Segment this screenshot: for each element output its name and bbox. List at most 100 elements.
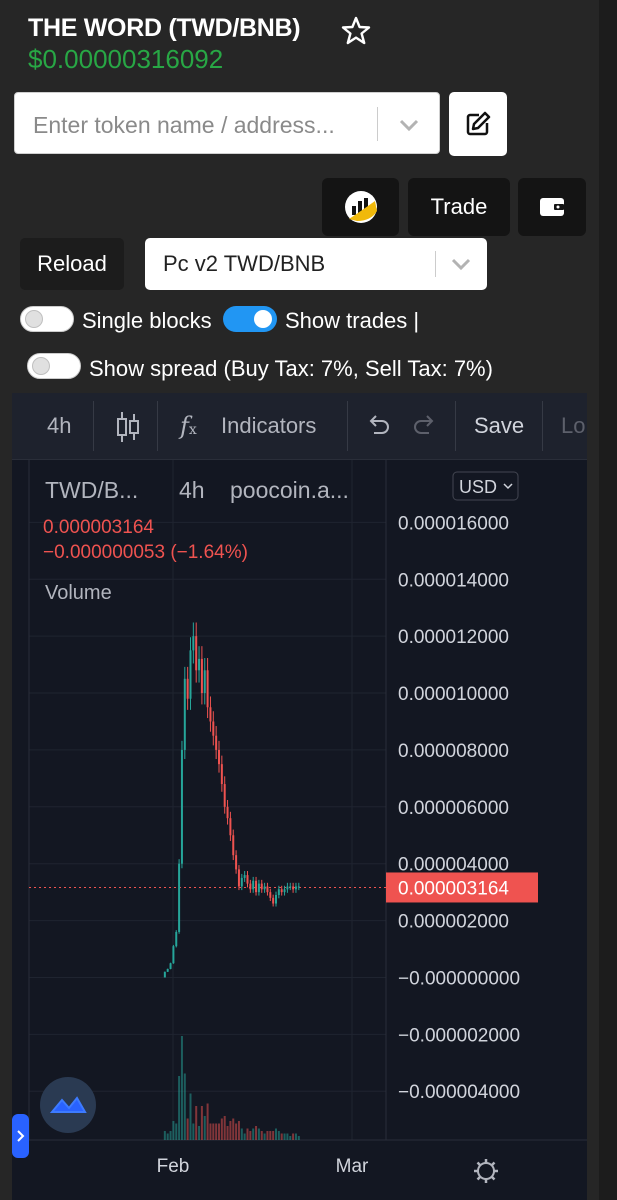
chevron-down-icon[interactable] bbox=[397, 113, 421, 137]
show-trades-label: Show trades | bbox=[285, 308, 420, 333]
volume-bar bbox=[297, 1136, 300, 1140]
show-spread-label: Show spread (Buy Tax: 7%, Sell Tax: 7%) bbox=[89, 356, 493, 381]
volume-bar bbox=[275, 1128, 277, 1140]
token-search-input[interactable] bbox=[31, 107, 375, 143]
candle bbox=[260, 883, 263, 890]
trade-button[interactable]: Trade bbox=[408, 178, 510, 236]
candle bbox=[257, 883, 260, 893]
volume-bar bbox=[203, 1116, 206, 1140]
expand-panel-handle[interactable] bbox=[12, 1114, 29, 1158]
edit-icon bbox=[466, 111, 491, 136]
legend-interval: 4h bbox=[179, 477, 205, 503]
volume-bar bbox=[246, 1128, 249, 1140]
pair-select[interactable]: Pc v2 TWD/BNB bbox=[145, 238, 487, 290]
undo-icon[interactable] bbox=[366, 415, 390, 437]
candle bbox=[212, 721, 215, 736]
select-divider bbox=[435, 251, 436, 277]
volume-bar bbox=[175, 1123, 178, 1140]
gear-ring bbox=[477, 1162, 495, 1180]
candle bbox=[215, 735, 218, 750]
volume-bar bbox=[292, 1133, 295, 1140]
volume-bar bbox=[269, 1131, 272, 1140]
toggle-knob bbox=[32, 357, 50, 375]
chevron-down-icon bbox=[451, 258, 471, 271]
indicators-button[interactable]: Indicators bbox=[221, 393, 316, 459]
volume-bar bbox=[218, 1123, 220, 1140]
candle bbox=[263, 886, 266, 890]
scrollbar-strip bbox=[599, 0, 617, 1200]
volume-bar bbox=[209, 1123, 212, 1140]
candle bbox=[277, 889, 280, 895]
volume-bar bbox=[169, 1131, 172, 1140]
candle bbox=[283, 889, 286, 893]
show-spread-toggle[interactable] bbox=[27, 353, 81, 379]
candle bbox=[252, 880, 255, 890]
star-icon[interactable] bbox=[341, 16, 371, 46]
gear-tooth bbox=[476, 1175, 482, 1181]
volume-bar bbox=[237, 1121, 240, 1140]
candle bbox=[243, 875, 246, 878]
candle bbox=[220, 764, 223, 785]
candle bbox=[206, 670, 209, 708]
currency-value: USD bbox=[459, 477, 497, 497]
volume-bar bbox=[189, 1093, 192, 1140]
candle bbox=[180, 749, 183, 864]
show-trades-toggle[interactable] bbox=[223, 306, 277, 332]
candle bbox=[235, 855, 238, 870]
price-chart[interactable]: 4h fx Indicators Save Lo 0.000016000 0.00… bbox=[12, 393, 587, 1200]
toolbar-divider bbox=[157, 401, 158, 451]
legend-change: −0.000000053 (−1.64%) bbox=[43, 542, 248, 563]
fx-icon[interactable]: fx bbox=[180, 393, 197, 459]
volume-bar bbox=[280, 1133, 283, 1140]
save-button[interactable]: Save bbox=[474, 393, 524, 459]
candles-icon[interactable] bbox=[116, 411, 140, 443]
volume-bar bbox=[286, 1133, 289, 1140]
candle bbox=[186, 678, 189, 699]
chart-canvas[interactable]: 0.000016000 0.000014000 0.000012000 0.00001… bbox=[12, 460, 587, 1200]
candle bbox=[203, 670, 206, 694]
candle bbox=[240, 877, 243, 887]
volume-bar bbox=[289, 1136, 292, 1140]
price-tick-label: 0.000002000 bbox=[398, 912, 509, 933]
chart-app-button[interactable] bbox=[322, 178, 399, 236]
candle bbox=[178, 863, 181, 932]
candle bbox=[286, 886, 289, 890]
reload-button[interactable]: Reload bbox=[20, 238, 124, 290]
last-price-label: 0.000003164 bbox=[398, 878, 509, 899]
candle bbox=[183, 678, 186, 750]
candle bbox=[255, 880, 258, 893]
token-search[interactable] bbox=[14, 92, 440, 154]
price-tick-label: 0.000010000 bbox=[398, 684, 509, 705]
candle bbox=[272, 897, 275, 904]
candle bbox=[266, 886, 269, 893]
candle bbox=[223, 784, 226, 807]
load-button[interactable]: Lo bbox=[561, 393, 585, 459]
gear-tooth bbox=[490, 1175, 496, 1181]
single-blocks-toggle[interactable] bbox=[20, 306, 74, 332]
settings-gear-icon[interactable] bbox=[474, 1159, 498, 1183]
poocoin-logo-icon bbox=[345, 191, 377, 223]
candle bbox=[169, 963, 172, 969]
candle bbox=[280, 889, 283, 893]
edit-button[interactable] bbox=[449, 92, 507, 156]
token-title: THE WORD (TWD/BNB) bbox=[28, 14, 301, 42]
volume-bar bbox=[183, 1073, 186, 1140]
redo-icon[interactable] bbox=[413, 415, 437, 437]
volume-bar bbox=[257, 1128, 260, 1140]
volume-bar bbox=[163, 1131, 166, 1140]
single-blocks-label: Single blocks bbox=[82, 308, 212, 333]
price-tick-label: −0.000000000 bbox=[398, 968, 520, 989]
wallet-button[interactable] bbox=[518, 178, 586, 236]
chart-toolbar: 4h fx Indicators Save Lo bbox=[12, 393, 587, 459]
candle bbox=[172, 946, 175, 964]
legend-symbol: TWD/B... bbox=[45, 477, 138, 503]
interval-button[interactable]: 4h bbox=[47, 393, 71, 459]
volume-bar bbox=[166, 1133, 169, 1140]
toggle-knob bbox=[25, 310, 43, 328]
candle bbox=[269, 892, 272, 898]
volume-bar bbox=[226, 1126, 229, 1140]
toolbar-divider bbox=[542, 401, 543, 451]
time-tick-label: Mar bbox=[336, 1156, 369, 1177]
tradingview-logo-button[interactable] bbox=[40, 1077, 96, 1133]
candle bbox=[189, 650, 192, 699]
